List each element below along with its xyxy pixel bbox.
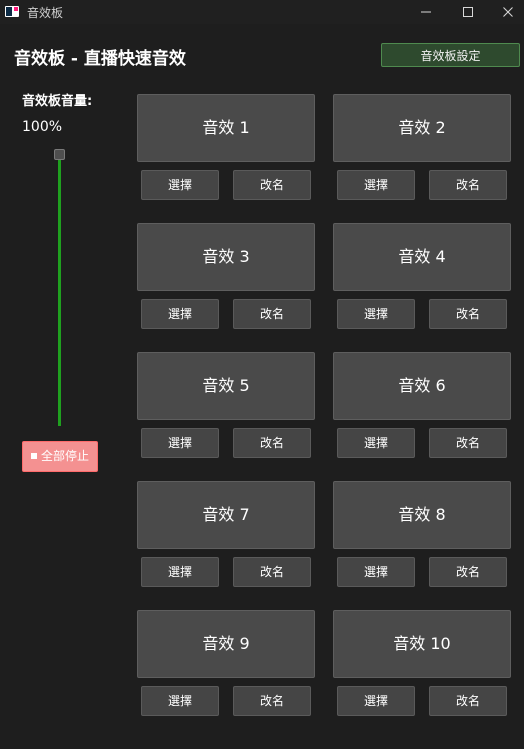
sound-rename-button[interactable]: 改名 <box>429 686 507 716</box>
sound-cell: 音效 9 選擇 改名 <box>137 610 315 716</box>
minimize-icon <box>421 11 431 13</box>
app-icon <box>5 6 19 17</box>
sound-rename-button[interactable]: 改名 <box>429 299 507 329</box>
maximize-icon <box>463 7 473 17</box>
sound-rename-button[interactable]: 改名 <box>429 557 507 587</box>
sound-cell: 音效 7 選擇 改名 <box>137 481 315 587</box>
sound-play-button[interactable]: 音效 1 <box>137 94 315 162</box>
sound-rename-button[interactable]: 改名 <box>233 686 311 716</box>
sound-play-button[interactable]: 音效 4 <box>333 223 511 291</box>
sound-select-button[interactable]: 選擇 <box>337 170 415 200</box>
sound-play-button[interactable]: 音效 8 <box>333 481 511 549</box>
sound-play-button[interactable]: 音效 7 <box>137 481 315 549</box>
sound-cell: 音效 2 選擇 改名 <box>333 94 511 200</box>
window-title: 音效板 <box>27 6 64 20</box>
sound-play-button[interactable]: 音效 6 <box>333 352 511 420</box>
maximize-button[interactable] <box>446 0 490 24</box>
sound-cell: 音效 3 選擇 改名 <box>137 223 315 329</box>
sound-cell: 音效 1 選擇 改名 <box>137 94 315 200</box>
sound-select-button[interactable]: 選擇 <box>337 557 415 587</box>
sound-select-button[interactable]: 選擇 <box>141 686 219 716</box>
sound-select-button[interactable]: 選擇 <box>337 686 415 716</box>
sound-play-button[interactable]: 音效 2 <box>333 94 511 162</box>
sound-select-button[interactable]: 選擇 <box>141 299 219 329</box>
volume-label: 音效板音量: <box>22 94 93 109</box>
volume-slider-handle[interactable] <box>54 149 65 160</box>
close-icon <box>503 7 513 17</box>
sound-rename-button[interactable]: 改名 <box>233 299 311 329</box>
sound-play-button[interactable]: 音效 10 <box>333 610 511 678</box>
sound-rename-button[interactable]: 改名 <box>233 557 311 587</box>
sound-cell: 音效 8 選擇 改名 <box>333 481 511 587</box>
sound-rename-button[interactable]: 改名 <box>233 170 311 200</box>
sound-select-button[interactable]: 選擇 <box>141 170 219 200</box>
stop-all-button[interactable]: 全部停止 <box>22 441 98 472</box>
sound-cell: 音效 4 選擇 改名 <box>333 223 511 329</box>
sound-cell: 音效 5 選擇 改名 <box>137 352 315 458</box>
minimize-button[interactable] <box>404 0 448 24</box>
sound-play-button[interactable]: 音效 3 <box>137 223 315 291</box>
volume-slider-track[interactable] <box>58 158 61 426</box>
title-bar: 音效板 <box>0 0 524 24</box>
sound-select-button[interactable]: 選擇 <box>337 299 415 329</box>
sound-play-button[interactable]: 音效 5 <box>137 352 315 420</box>
sound-select-button[interactable]: 選擇 <box>337 428 415 458</box>
sound-rename-button[interactable]: 改名 <box>233 428 311 458</box>
volume-value: 100% <box>22 119 63 135</box>
sound-select-button[interactable]: 選擇 <box>141 428 219 458</box>
sound-play-button[interactable]: 音效 9 <box>137 610 315 678</box>
close-button[interactable] <box>486 0 524 24</box>
sound-rename-button[interactable]: 改名 <box>429 428 507 458</box>
sound-select-button[interactable]: 選擇 <box>141 557 219 587</box>
sound-cell: 音效 6 選擇 改名 <box>333 352 511 458</box>
stop-all-label: 全部停止 <box>40 449 89 463</box>
sound-rename-button[interactable]: 改名 <box>429 170 507 200</box>
sound-cell: 音效 10 選擇 改名 <box>333 610 511 716</box>
soundboard-settings-button[interactable]: 音效板設定 <box>381 43 520 67</box>
page-title: 音效板 - 直播快速音效 <box>14 49 186 69</box>
stop-icon <box>30 453 37 459</box>
